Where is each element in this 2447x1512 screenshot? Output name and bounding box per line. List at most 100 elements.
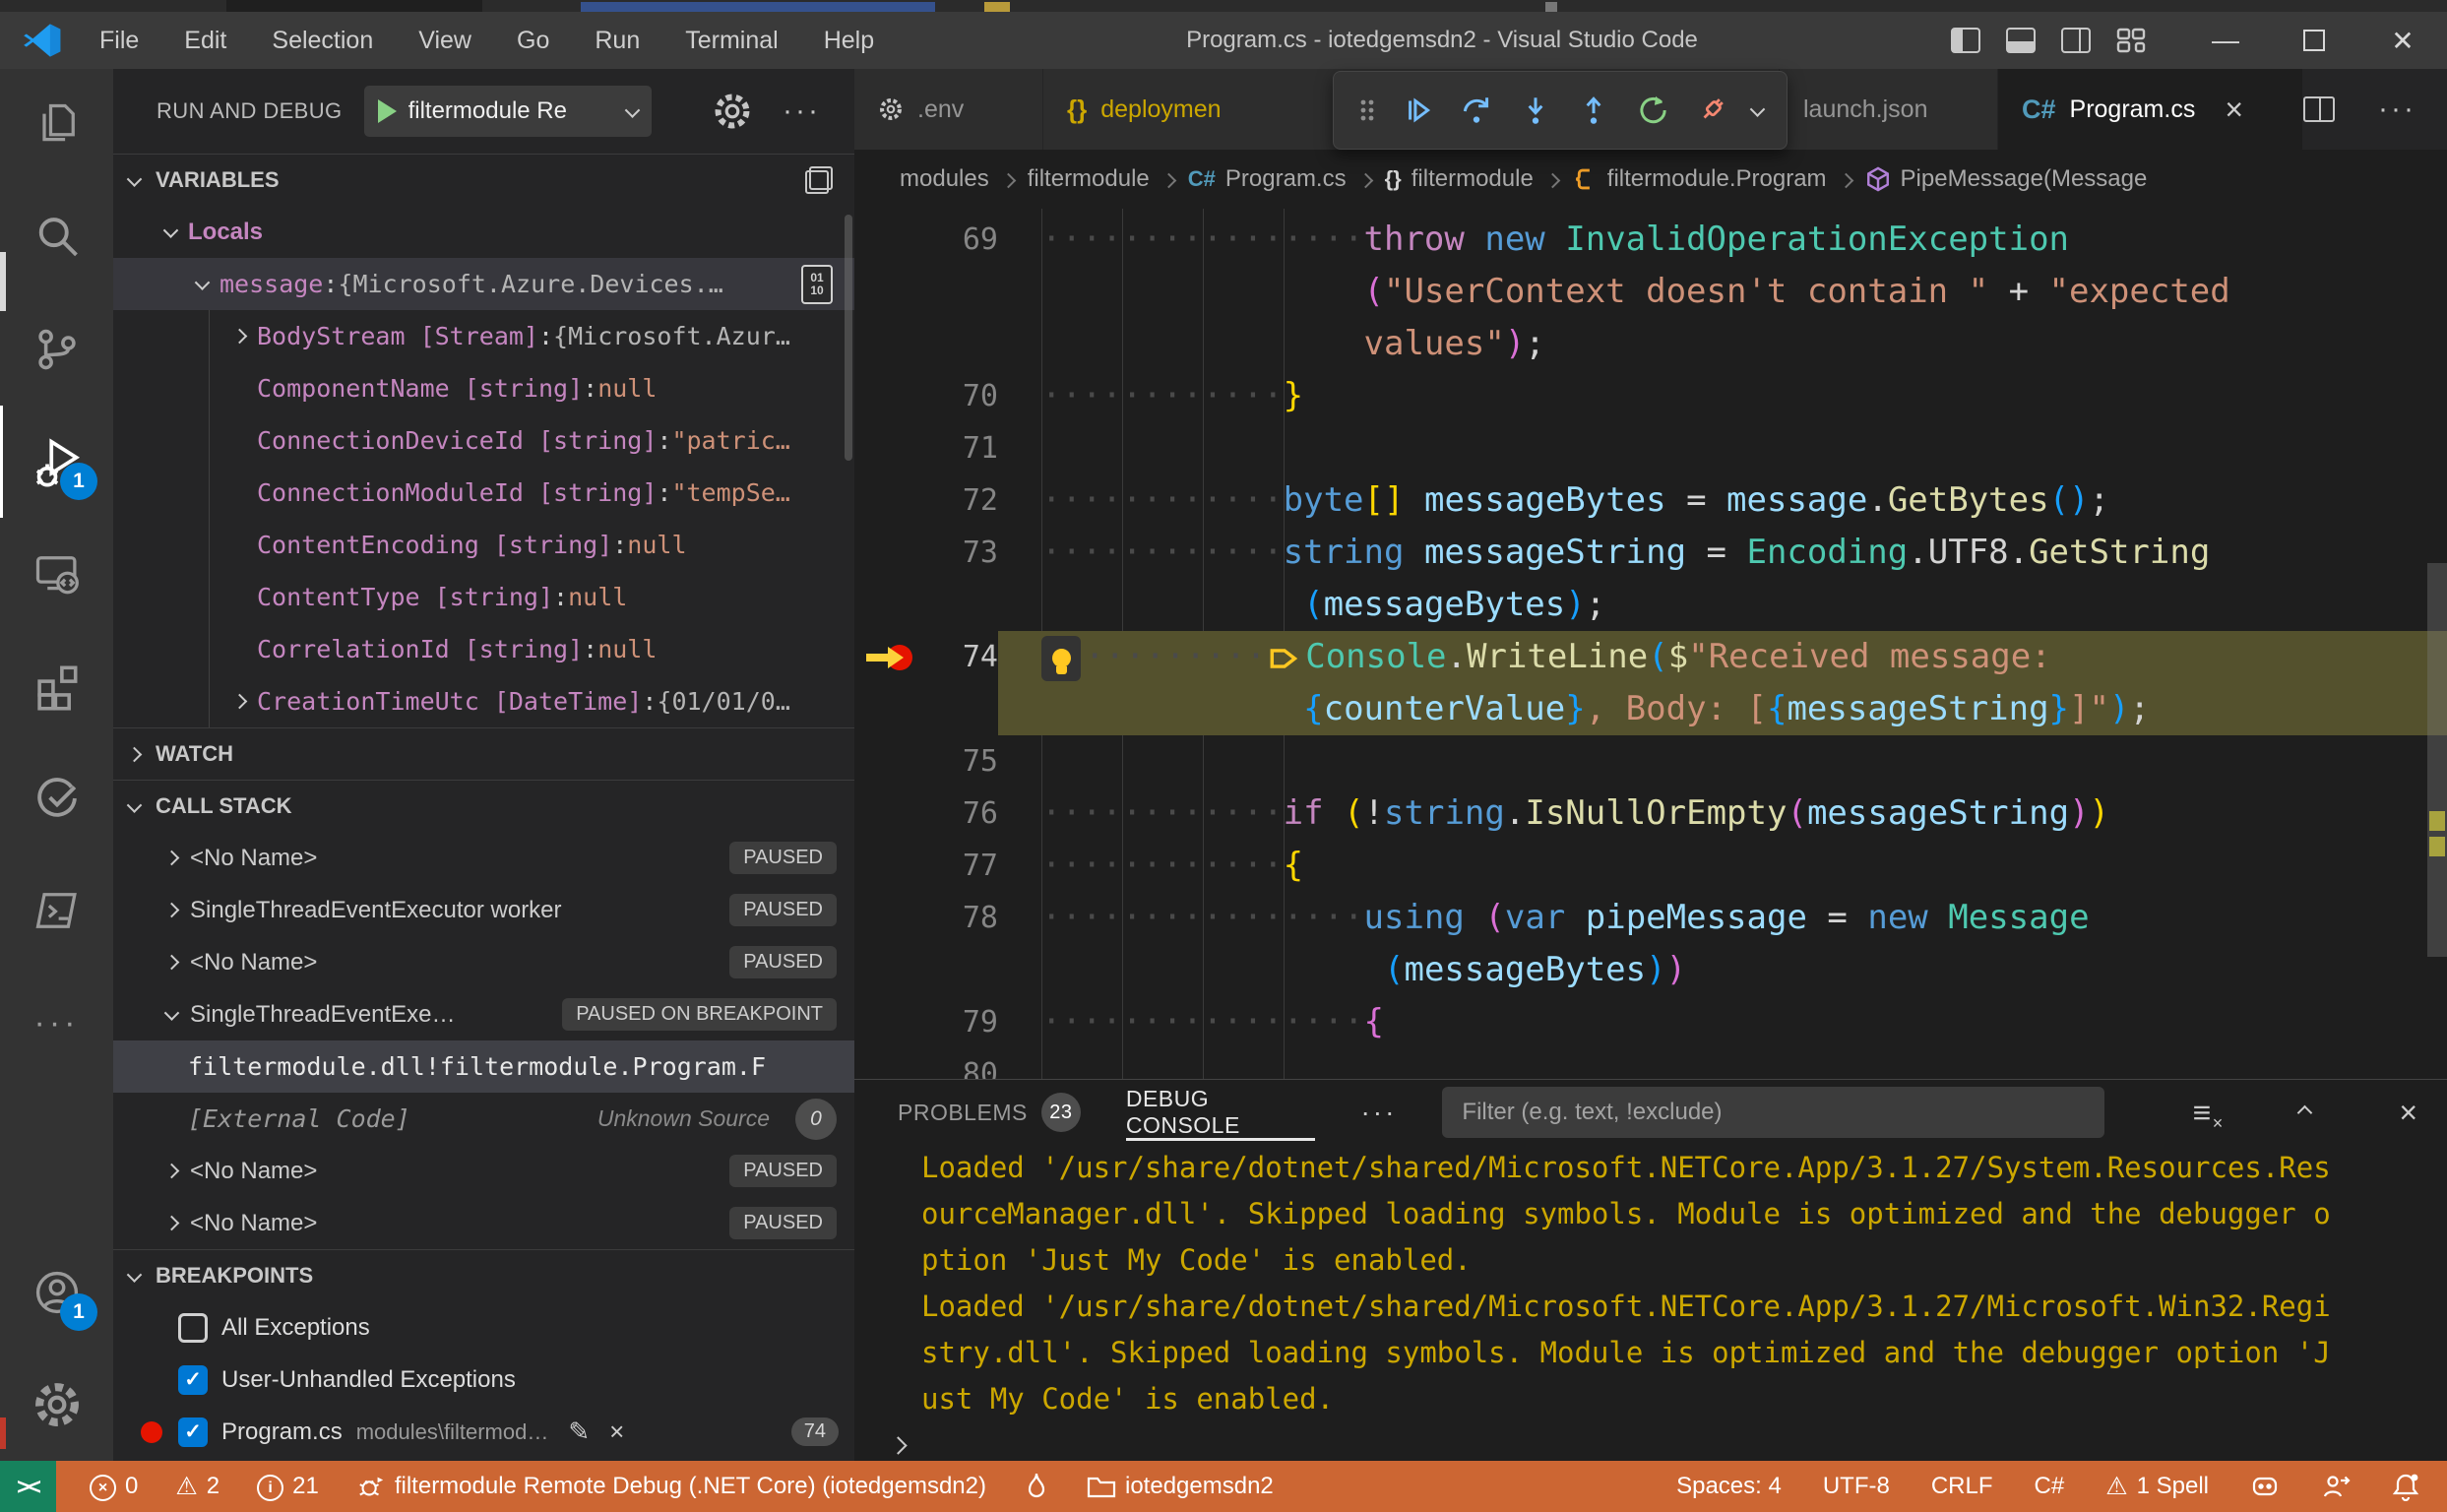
editor-more-actions-icon[interactable]: ··· — [2378, 93, 2416, 126]
run-and-debug-icon[interactable]: 1 — [0, 406, 113, 518]
code-line[interactable]: {counterValue}, Body: [{messageString}]"… — [854, 683, 2447, 735]
code-line[interactable]: 72············byte[] messageBytes = mess… — [854, 474, 2447, 527]
status-item[interactable] — [2392, 1472, 2419, 1501]
variable-row[interactable]: CorrelationId [string]: null — [113, 623, 854, 675]
minimize-button[interactable]: — — [2181, 12, 2270, 69]
callstack-row[interactable]: SingleThreadEventExe…PAUSED ON BREAKPOIN… — [113, 988, 854, 1040]
binary-view-icon[interactable]: 0110 — [801, 265, 833, 304]
code-line[interactable]: values"); — [854, 318, 2447, 370]
callstack-row[interactable]: <No Name>PAUSED — [113, 936, 854, 988]
maximize-button[interactable] — [2270, 12, 2358, 69]
status-item[interactable]: i21 — [257, 1472, 319, 1502]
menu-go[interactable]: Go — [494, 12, 572, 69]
remote-explorer-icon[interactable] — [0, 518, 113, 630]
menu-terminal[interactable]: Terminal — [662, 12, 800, 69]
code-line[interactable]: 73············string messageString = Enc… — [854, 527, 2447, 579]
variable-row[interactable]: CreationTimeUtc [DateTime]: {01/01/0… — [113, 675, 854, 727]
variable-row[interactable]: Locals — [113, 206, 854, 258]
code-line[interactable]: 79················{ — [854, 996, 2447, 1048]
status-item[interactable] — [2250, 1473, 2280, 1500]
callstack-row[interactable]: <No Name>PAUSED — [113, 832, 854, 884]
code-line[interactable]: 71 — [854, 422, 2447, 474]
lightbulb-icon[interactable] — [1041, 636, 1081, 681]
sidebar-scrollbar[interactable] — [845, 215, 852, 461]
restart-button[interactable] — [1635, 93, 1670, 128]
status-item[interactable] — [1024, 1472, 1049, 1501]
status-item[interactable]: Spaces: 4 — [1676, 1473, 1782, 1500]
breakpoint-row[interactable]: ✓Program.csmodules\filtermod…✎×74 — [113, 1406, 854, 1458]
edit-breakpoint-icon[interactable]: ✎ — [568, 1417, 590, 1447]
menu-run[interactable]: Run — [572, 12, 662, 69]
status-item[interactable]: ⚠1 Spell — [2105, 1472, 2209, 1501]
callstack-row[interactable]: filtermodule.dll!filtermodule.Program.F — [113, 1040, 854, 1093]
split-editor-icon[interactable] — [2303, 96, 2335, 122]
code-line[interactable]: 70············} — [854, 370, 2447, 422]
watch-section-header[interactable]: WATCH — [113, 727, 854, 780]
editor-scrollbar[interactable] — [2427, 563, 2447, 957]
callstack-row[interactable]: <No Name>PAUSED — [113, 1145, 854, 1197]
breadcrumb-item[interactable]: filtermodule — [1028, 165, 1150, 193]
code-line[interactable]: 76············if (!string.IsNullOrEmpty(… — [854, 788, 2447, 840]
source-control-icon[interactable] — [0, 293, 113, 406]
menu-view[interactable]: View — [396, 12, 494, 69]
close-button[interactable]: ✕ — [2358, 12, 2447, 69]
status-item[interactable]: iotedgemsdn2 — [1087, 1473, 1274, 1500]
variable-row[interactable]: message: {Microsoft.Azure.Devices.…0110 — [113, 258, 854, 310]
menu-file[interactable]: File — [77, 12, 161, 69]
menu-edit[interactable]: Edit — [161, 12, 249, 69]
code-line[interactable]: (messageBytes)) — [854, 944, 2447, 996]
status-item[interactable]: filtermodule Remote Debug (.NET Core) (i… — [356, 1472, 986, 1501]
tab-debug-console[interactable]: DEBUG CONSOLE — [1126, 1080, 1316, 1145]
breadcrumb-item[interactable]: filtermodule.Program — [1572, 165, 1827, 193]
variables-section-header[interactable]: VARIABLES — [113, 154, 854, 206]
extensions-icon[interactable] — [0, 630, 113, 742]
step-into-button[interactable] — [1518, 93, 1553, 128]
code-line[interactable]: ("UserContext doesn't contain " + "expec… — [854, 266, 2447, 318]
status-item[interactable]: ⚠2 — [175, 1472, 220, 1501]
continue-button[interactable] — [1400, 93, 1435, 128]
accounts-icon[interactable]: 1 — [0, 1236, 113, 1349]
variable-row[interactable]: ComponentName [string]: null — [113, 362, 854, 414]
breadcrumb-item[interactable]: C#Program.cs — [1188, 165, 1347, 193]
toggle-sidebar-icon[interactable] — [1951, 28, 1980, 53]
sidebar-more-actions-icon[interactable]: ··· — [783, 94, 821, 128]
variable-row[interactable]: ConnectionDeviceId [string]: "patric… — [113, 414, 854, 467]
tab-launch-json[interactable]: launch.json — [1780, 69, 1998, 150]
code-line[interactable]: 80 — [854, 1048, 2447, 1079]
menu-selection[interactable]: Selection — [249, 12, 396, 69]
breakpoint-checkbox[interactable]: ✓ — [178, 1418, 208, 1447]
tab-program-cs[interactable]: C# Program.cs × — [1998, 69, 2303, 150]
tab-problems[interactable]: PROBLEMS 23 — [898, 1080, 1081, 1145]
code-line[interactable]: 77············{ — [854, 840, 2447, 892]
customize-layout-icon[interactable] — [2116, 28, 2146, 53]
step-out-button[interactable] — [1576, 93, 1611, 128]
breakpoints-section-header[interactable]: BREAKPOINTS — [113, 1249, 854, 1301]
breakpoint-row[interactable]: All Exceptions — [113, 1301, 854, 1354]
close-panel-icon[interactable]: × — [2399, 1095, 2417, 1131]
call-stack-section-header[interactable]: CALL STACK — [113, 780, 854, 832]
toggle-panel-icon[interactable] — [2006, 28, 2036, 53]
breakpoint-row[interactable]: ✓User-Unhandled Exceptions — [113, 1354, 854, 1406]
search-icon[interactable] — [0, 181, 113, 293]
status-item[interactable]: CRLF — [1931, 1473, 1993, 1500]
variable-row[interactable]: ConnectionModuleId [string]: "tempSe… — [113, 467, 854, 519]
settings-gear-icon[interactable] — [0, 1349, 113, 1461]
callstack-row[interactable]: SingleThreadEventExecutor workerPAUSED — [113, 884, 854, 936]
callstack-row[interactable]: <No Name>PAUSED — [113, 1197, 854, 1249]
start-debug-icon[interactable] — [378, 99, 397, 123]
debug-settings-gear-icon[interactable] — [712, 91, 753, 132]
status-item[interactable]: UTF-8 — [1823, 1473, 1890, 1500]
remote-indicator[interactable]: >< — [0, 1461, 56, 1512]
variable-row[interactable]: BodyStream [Stream]: {Microsoft.Azur… — [113, 310, 854, 362]
variable-row[interactable]: ContentEncoding [string]: null — [113, 519, 854, 571]
menu-help[interactable]: Help — [801, 12, 897, 69]
close-tab-icon[interactable]: × — [2225, 92, 2243, 128]
toggle-secondary-sidebar-icon[interactable] — [2061, 28, 2091, 53]
breadcrumb-item[interactable]: PipeMessage(Message — [1865, 165, 2148, 193]
status-item[interactable]: ×0 — [90, 1472, 138, 1502]
debug-toolbar-more-icon[interactable] — [1752, 105, 1763, 116]
code-line[interactable]: 75 — [854, 735, 2447, 788]
panes-icon[interactable] — [805, 166, 833, 194]
status-item[interactable] — [2321, 1473, 2351, 1500]
more-views-icon[interactable]: ··· — [0, 967, 113, 1079]
